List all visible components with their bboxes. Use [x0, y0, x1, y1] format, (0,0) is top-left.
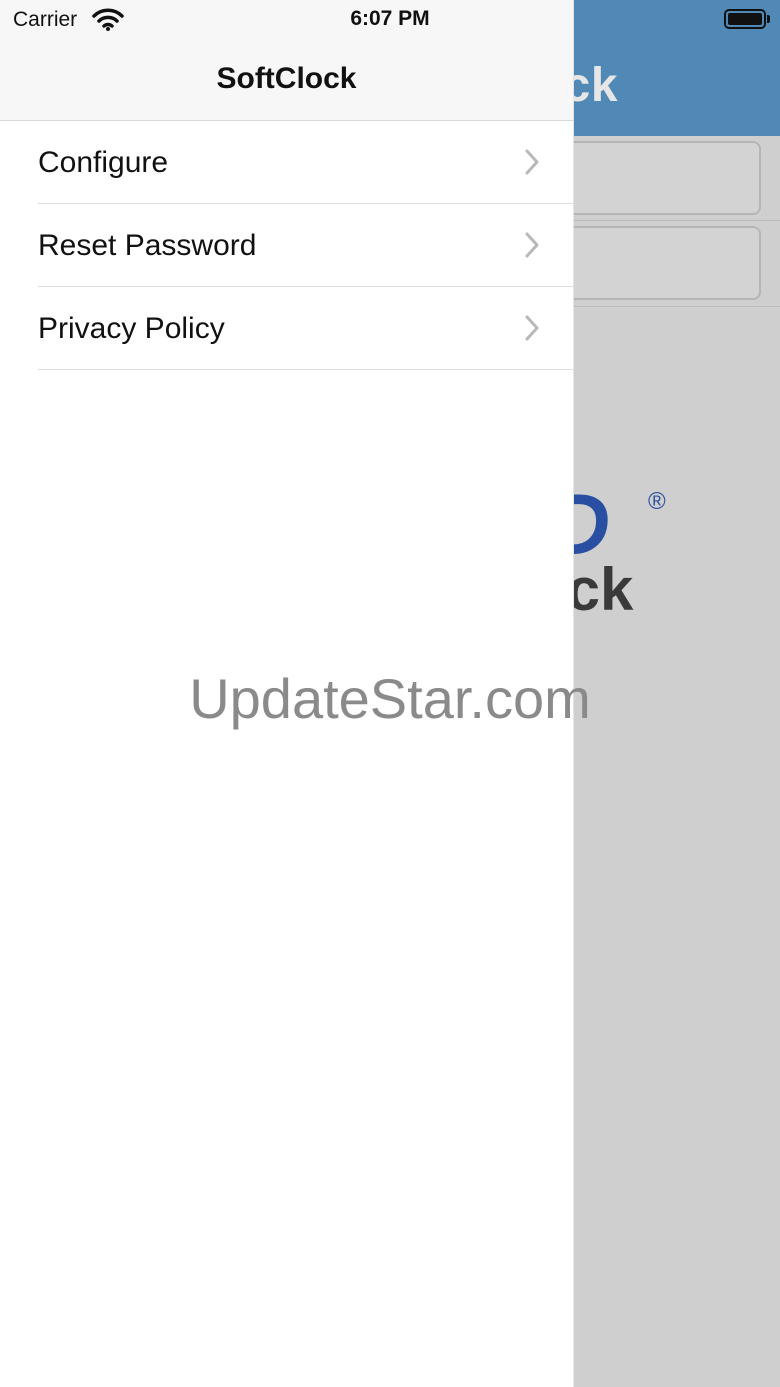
menu-item-label: Reset Password	[38, 228, 257, 262]
drawer-title: SoftClock	[216, 62, 357, 95]
menu-item-privacy-policy[interactable]: Privacy Policy	[0, 287, 573, 370]
drawer-menu: Configure Reset Password Privacy Policy	[0, 121, 573, 370]
background-input-field	[540, 226, 761, 300]
chevron-right-icon	[524, 232, 540, 263]
divider	[540, 306, 780, 307]
background-input-field	[540, 141, 761, 215]
menu-item-label: Configure	[38, 145, 169, 179]
watermark: UpdateStar.com	[189, 667, 591, 730]
divider	[540, 220, 780, 221]
menu-item-label: Privacy Policy	[38, 311, 225, 345]
menu-item-reset-password[interactable]: Reset Password	[0, 204, 573, 287]
status-time: 6:07 PM	[350, 7, 430, 30]
menu-item-configure[interactable]: Configure	[0, 121, 573, 204]
chevron-right-icon	[524, 315, 540, 346]
registered-mark: ®	[648, 488, 666, 515]
chevron-right-icon	[524, 149, 540, 180]
